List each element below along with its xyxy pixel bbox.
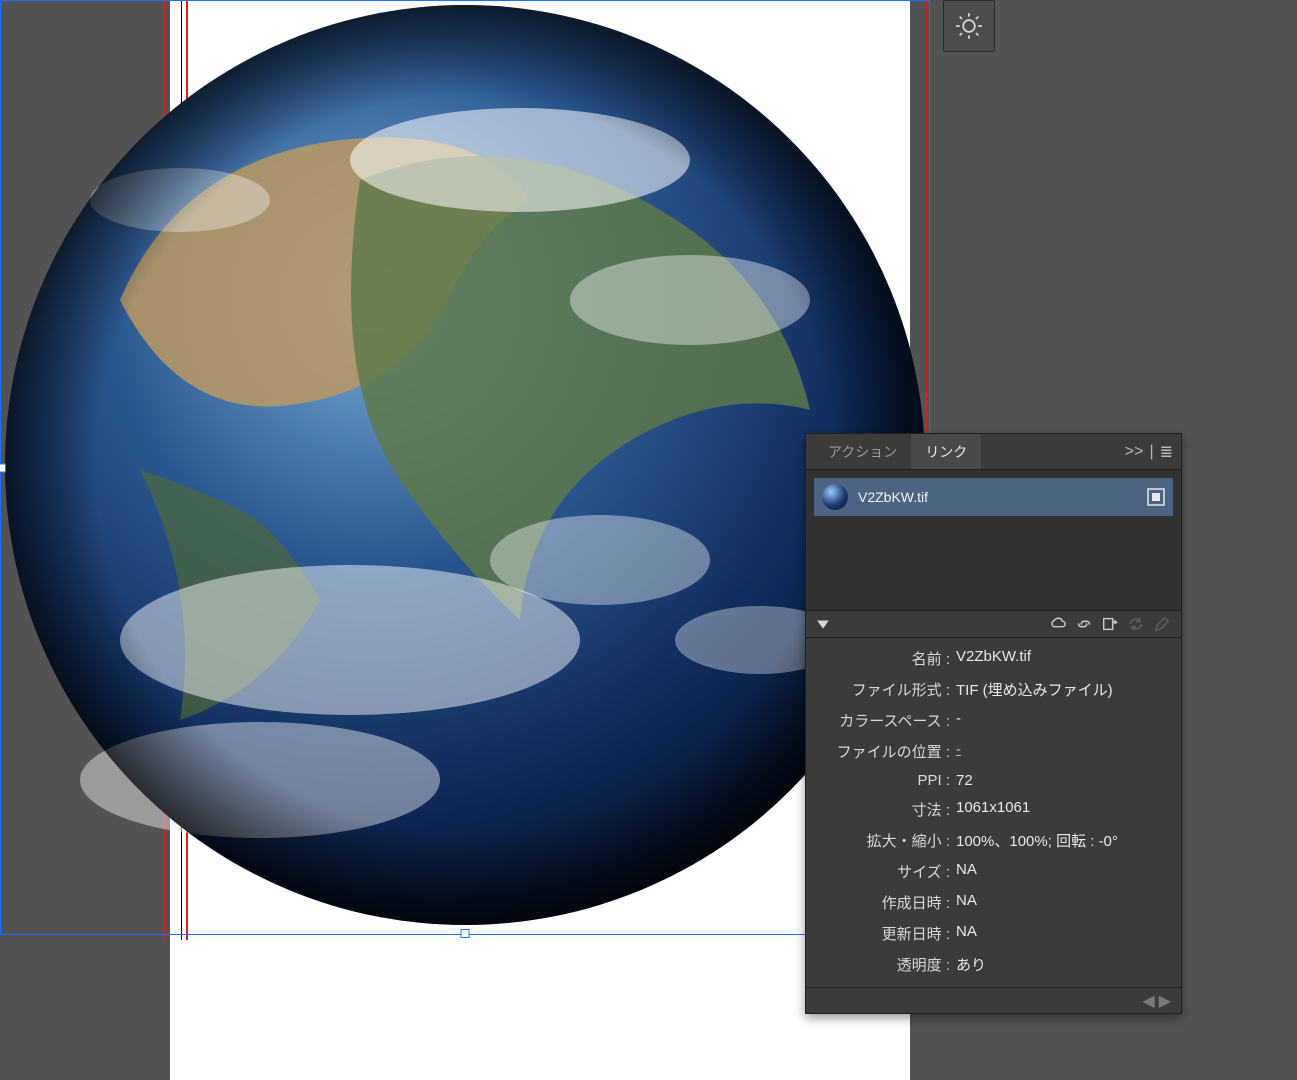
tab-links[interactable]: リンク — [911, 434, 981, 469]
value-transparency: あり — [956, 954, 986, 975]
value-format: TIF (埋め込みファイル) — [956, 679, 1113, 700]
panel-toolbar — [806, 610, 1181, 638]
panel-footer: ◀ ▶ — [806, 987, 1181, 1013]
link-details: 名前 : V2ZbKW.tif ファイル形式 : TIF (埋め込みファイル) カラ… — [806, 638, 1181, 987]
label-transparency: 透明度 : — [820, 954, 950, 975]
panel-menu-icon[interactable]: ≣ — [1160, 442, 1173, 462]
value-ppi: 72 — [956, 772, 973, 789]
label-location: ファイルの位置 : — [820, 741, 950, 762]
value-location[interactable]: - — [956, 741, 961, 762]
sun-icon — [955, 12, 983, 40]
value-dimensions: 1061x1061 — [956, 799, 1030, 820]
goto-link-icon[interactable] — [1101, 615, 1119, 633]
vertical-divider-icon: | — [1149, 443, 1153, 461]
links-panel: アクション リンク >> | ≣ V2ZbKW.tif — [805, 433, 1182, 1014]
label-dimensions: 寸法 : — [820, 799, 950, 820]
edit-original-icon[interactable] — [1153, 615, 1171, 633]
label-created: 作成日時 : — [820, 892, 950, 913]
relink-icon[interactable] — [1075, 615, 1093, 633]
tab-actions[interactable]: アクション — [814, 434, 911, 469]
label-ppi: PPI : — [820, 772, 950, 789]
label-colorspace: カラースペース : — [820, 710, 950, 731]
disclosure-triangle-icon[interactable] — [816, 617, 830, 631]
appearance-dock-button[interactable] — [943, 0, 995, 52]
links-list[interactable]: V2ZbKW.tif — [806, 470, 1181, 610]
link-filename: V2ZbKW.tif — [858, 489, 928, 505]
panel-collapse-icon[interactable]: >> — [1125, 443, 1144, 461]
update-link-icon[interactable] — [1127, 615, 1145, 633]
value-modified: NA — [956, 923, 977, 944]
label-format: ファイル形式 : — [820, 679, 950, 700]
value-size: NA — [956, 861, 977, 882]
panel-tab-bar: アクション リンク >> | ≣ — [806, 434, 1181, 470]
placed-image-earth[interactable] — [0, 0, 930, 930]
label-modified: 更新日時 : — [820, 923, 950, 944]
link-thumbnail-icon — [822, 484, 848, 510]
embedded-icon — [1147, 488, 1165, 506]
label-name: 名前 : — [820, 648, 950, 669]
prev-link-button[interactable]: ◀ — [1142, 991, 1154, 1011]
value-name: V2ZbKW.tif — [956, 648, 1031, 669]
label-size: サイズ : — [820, 861, 950, 882]
link-item[interactable]: V2ZbKW.tif — [814, 478, 1173, 516]
label-scale: 拡大・縮小 : — [820, 830, 950, 851]
value-scale: 100%、100%; 回転 : -0° — [956, 830, 1118, 851]
value-colorspace: - — [956, 710, 961, 731]
value-created: NA — [956, 892, 977, 913]
relink-cloud-icon[interactable] — [1049, 615, 1067, 633]
next-link-button[interactable]: ▶ — [1159, 991, 1171, 1011]
